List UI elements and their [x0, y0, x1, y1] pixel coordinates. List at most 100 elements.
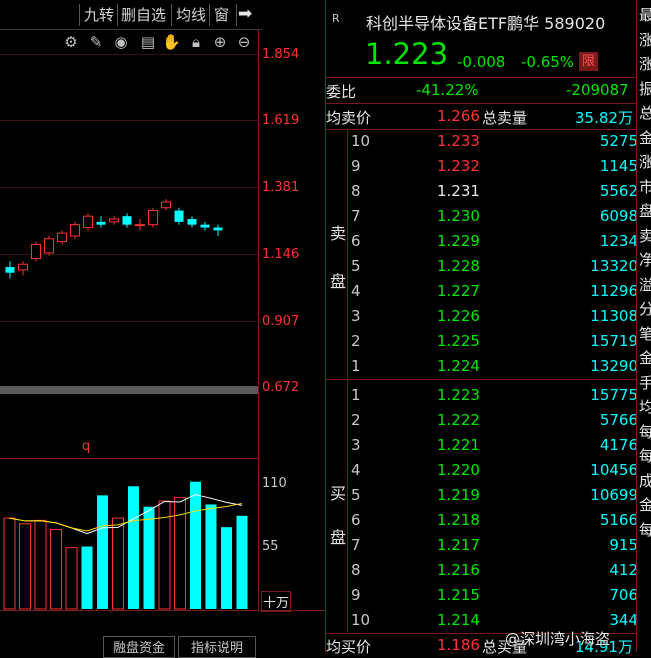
candle	[148, 207, 158, 228]
ask-row[interactable]: 10 1.233 5275	[348, 129, 638, 154]
window-button[interactable]: 窗	[214, 4, 229, 26]
total-sell-vol: 35.82万	[575, 109, 633, 127]
candlestick-chart[interactable]	[0, 30, 258, 386]
bid-level: 6	[351, 511, 361, 529]
ask-volume: 1145	[599, 157, 638, 175]
ask-level: 10	[351, 132, 371, 150]
ask-level: 4	[351, 282, 361, 300]
sell-side-label: 盘	[330, 272, 347, 291]
total-sell-label: 总卖量	[482, 109, 528, 127]
volume-bar	[190, 481, 201, 609]
avg-buy-price: 1.186	[437, 636, 480, 654]
ask-level: 2	[351, 332, 361, 350]
candle	[44, 235, 54, 256]
ask-volume: 5562	[599, 182, 638, 200]
bid-price: 1.223	[437, 386, 480, 404]
ask-price: 1.225	[437, 332, 480, 350]
ask-row[interactable]: 8 1.231 5562	[348, 179, 638, 204]
ask-row[interactable]: 5 1.228 13320	[348, 254, 638, 279]
bid-volume: 4176	[599, 436, 638, 454]
side-panel-label: 振	[639, 79, 651, 98]
bid-volume: 706	[609, 586, 638, 604]
moving-average-button[interactable]: 均线	[176, 4, 206, 26]
bid-price: 1.220	[437, 461, 480, 479]
side-panel-label: 溢	[639, 275, 651, 294]
candle	[161, 199, 171, 211]
volume-bar	[236, 515, 248, 609]
limit-badge: 限	[579, 52, 598, 71]
last-price: 1.223	[365, 37, 449, 71]
bid-row[interactable]: 8 1.216 412	[348, 558, 638, 583]
candle	[5, 261, 15, 279]
volume-chart[interactable]	[0, 459, 258, 610]
bid-volume: 412	[609, 561, 638, 579]
bid-level: 7	[351, 536, 361, 554]
bid-level: 4	[351, 461, 361, 479]
price-tick: 1.381	[262, 180, 300, 195]
candle	[122, 213, 132, 228]
candle	[83, 213, 93, 231]
side-panel-label: 成	[639, 471, 651, 490]
price-change: -0.008	[457, 53, 506, 71]
ask-row[interactable]: 9 1.232 1145	[348, 154, 638, 179]
bid-price: 1.219	[437, 486, 480, 504]
volume-bar	[50, 528, 62, 610]
bid-row[interactable]: 6 1.218 5166	[348, 508, 638, 533]
side-panel-label: 手	[639, 373, 651, 392]
ask-volume: 5275	[599, 132, 638, 150]
remove-watchlist-button[interactable]: 删自选	[121, 4, 166, 26]
tab-fund-flow[interactable]: 融盘资金	[103, 636, 175, 658]
avg-sell-label: 均卖价	[326, 109, 372, 127]
weibi-pct: -41.22%	[416, 81, 479, 99]
volume-bar	[128, 486, 139, 609]
side-panel-label: 净	[639, 251, 651, 269]
jiuzhuan-button[interactable]: 九转	[84, 4, 114, 26]
side-panel-label: 涨	[639, 55, 651, 73]
ask-row[interactable]: 7 1.230 6098	[348, 204, 638, 229]
ask-level: 9	[351, 157, 361, 175]
buy-side-label: 盘	[330, 528, 347, 547]
bid-row[interactable]: 4 1.220 10456	[348, 458, 638, 483]
bid-row[interactable]: 9 1.215 706	[348, 583, 638, 608]
ask-row[interactable]: 4 1.227 11296	[348, 279, 638, 304]
side-panel-label: 最	[639, 6, 651, 24]
bid-row[interactable]: 5 1.219 10699	[348, 483, 638, 508]
buy-side-label: 买	[330, 484, 347, 503]
price-tick: 1.619	[262, 113, 300, 128]
arrow-right-icon[interactable]: ➡	[238, 4, 252, 26]
side-panel-label: 金	[639, 128, 651, 147]
ask-level: 3	[351, 307, 361, 325]
ask-row[interactable]: 3 1.226 11308	[348, 304, 638, 329]
bid-price: 1.215	[437, 586, 480, 604]
avg-sell-price: 1.266	[437, 107, 480, 125]
price-tick: 1.854	[262, 47, 300, 62]
bid-volume: 915	[609, 536, 638, 554]
ask-row[interactable]: 6 1.229 1234	[348, 229, 638, 254]
ask-level: 7	[351, 207, 361, 225]
r-label: R	[332, 12, 340, 25]
side-panel-label: 市	[639, 177, 651, 196]
ask-volume: 6098	[599, 207, 638, 225]
ask-price: 1.233	[437, 132, 480, 150]
bid-volume: 10699	[590, 486, 638, 504]
bid-price: 1.222	[437, 411, 480, 429]
tab-indicator-help[interactable]: 指标说明	[178, 636, 256, 658]
ask-price: 1.224	[437, 357, 480, 375]
bid-level: 10	[351, 611, 371, 629]
ask-row[interactable]: 1 1.224 13290	[348, 354, 638, 379]
side-panel-label: 均	[639, 398, 651, 416]
volume-bar	[3, 517, 16, 610]
bid-level: 9	[351, 586, 361, 604]
bid-level: 8	[351, 561, 361, 579]
bid-row[interactable]: 7 1.217 915	[348, 533, 638, 558]
bid-row[interactable]: 2 1.222 5766	[348, 408, 638, 433]
volume-bar	[65, 547, 78, 610]
bid-row[interactable]: 1 1.223 15775	[348, 383, 638, 408]
candle	[70, 221, 80, 239]
bid-volume: 15775	[590, 386, 638, 404]
bid-row[interactable]: 3 1.221 4176	[348, 433, 638, 458]
candle	[18, 261, 28, 276]
volume-bar	[97, 495, 108, 609]
ask-price: 1.231	[437, 182, 480, 200]
ask-row[interactable]: 2 1.225 15719	[348, 329, 638, 354]
